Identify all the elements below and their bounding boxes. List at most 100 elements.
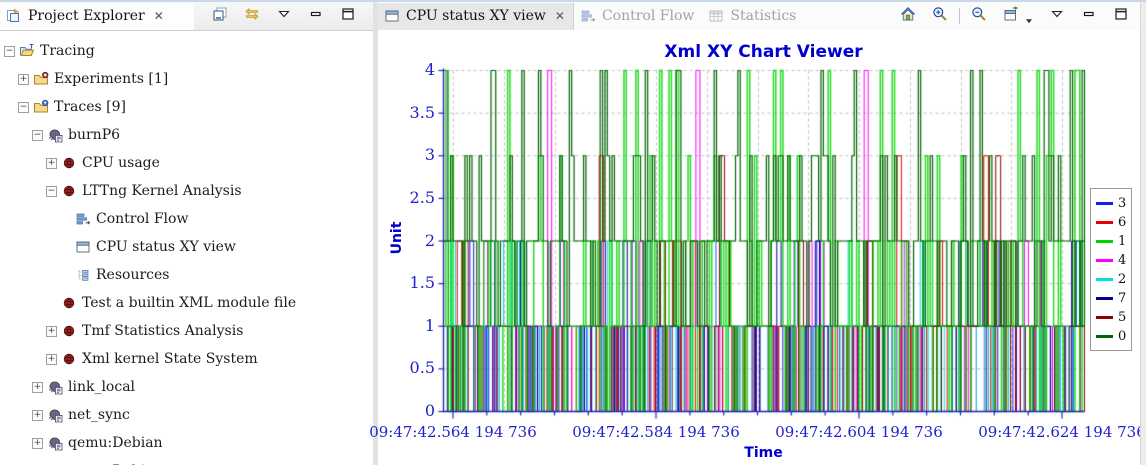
tree-item-tmf-statistics-analysis[interactable]: + Tmf Statistics Analysis [0,317,373,345]
expander-plus-icon[interactable]: + [46,326,57,337]
legend-label: 5 [1118,310,1126,325]
tree-item-label: CPU usage [82,155,160,171]
legend-line-swatch [1096,221,1113,224]
legend-label: 0 [1118,329,1126,344]
home-button[interactable] [899,7,917,25]
maximize-button[interactable] [1112,7,1130,25]
y-tick-label: 2 [378,232,435,250]
tree-item-cpu-status-xy-view[interactable]: CPU status XY view [0,233,373,261]
legend-line-swatch [1096,335,1113,338]
analysis-icon [61,351,78,367]
tab-project-explorer-label: Project Explorer [28,8,145,24]
y-tick-label: 4 [378,61,435,79]
close-icon[interactable]: ✕ [555,9,565,23]
expander-plus-icon[interactable]: + [18,74,29,85]
legend-line-swatch [1096,240,1113,243]
chart-legend: 36142750 [1090,188,1132,351]
view-menu-icon [1049,6,1065,26]
legend-line-swatch [1096,316,1113,319]
trace-icon [47,379,64,395]
tree-item-qemu-debian-partial[interactable]: +qemu:Debian [0,457,373,465]
minimize-button[interactable] [1080,7,1098,25]
expander-plus-icon[interactable]: + [32,438,43,449]
xy-view-icon [384,8,401,24]
tree-item-label: net_sync [68,407,130,423]
tree-item-experiments-1[interactable]: + Experiments [1] [0,65,373,93]
editor-area: CPU status XY view ✕ Control Flow Statistic… [378,2,1146,465]
tree-item-label: Experiments [1] [54,71,168,87]
tree-item-resources[interactable]: Resources [0,261,373,289]
expander-plus-icon[interactable]: + [32,410,43,421]
control-flow-icon [580,8,597,24]
editor-header: CPU status XY view ✕ Control Flow Statistic… [378,2,1146,31]
x-tick-label: 09:47:42.584 194 736 [561,423,751,441]
tab-control-flow[interactable]: Control Flow [574,3,702,30]
x-tick-label: 09:47:42.624 194 736 [967,423,1146,441]
y-tick-label: 1 [378,317,435,335]
legend-label: 7 [1118,291,1126,306]
xy-chart-canvas[interactable] [433,66,1093,426]
tree-item-xml-kernel-state-system[interactable]: +Xml kernel State System [0,345,373,373]
tab-cpu-status-xy-view[interactable]: CPU status XY view ✕ [378,3,574,30]
analysis-icon [61,323,78,339]
expander-minus-icon[interactable]: − [32,130,43,141]
new-view-button[interactable] [1002,7,1020,25]
statistics-icon [708,8,725,24]
tree-item-traces-9[interactable]: − Traces [9] [0,93,373,121]
tab-label: CPU status XY view [406,8,546,24]
expander-spacer [60,270,71,281]
y-tick-label: 0 [378,402,435,420]
expander-plus-icon[interactable]: + [32,382,43,393]
collapse-all-button[interactable] [211,7,229,25]
legend-label: 6 [1118,215,1126,230]
zoom-in-icon [932,6,948,26]
tree-item-cpu-usage[interactable]: + CPU usage [0,149,373,177]
expander-minus-icon[interactable]: − [18,102,29,113]
tree-item-lttng-kernel-analysis[interactable]: −LTTng Kernel Analysis [0,177,373,205]
tab-statistics[interactable]: Statistics [702,3,804,30]
legend-entry-7: 7 [1096,289,1127,308]
tree-item-link-local[interactable]: +link_local [0,373,373,401]
tab-project-explorer[interactable]: Project Explorer ✕ [0,3,194,30]
new-view-icon [1003,6,1019,26]
view-menu-button[interactable] [1048,7,1066,25]
tree-item-control-flow[interactable]: Control Flow [0,205,373,233]
expander-plus-icon[interactable]: + [46,158,57,169]
project-explorer-icon [6,8,23,24]
expander-plus-icon[interactable]: + [46,354,57,365]
dropdown-caret-icon[interactable] [1024,11,1034,21]
chart-title: Xml XY Chart Viewer [443,42,1084,62]
minimize-button[interactable] [307,7,325,25]
tree-item-test-a-builtin-xml-module-file[interactable]: Test a builtin XML module file [0,289,373,317]
tree-item-label: Tmf Statistics Analysis [82,323,243,339]
home-icon [900,6,916,26]
zoom-in-button[interactable] [931,7,949,25]
tree-item-label: Test a builtin XML module file [82,295,296,311]
xy-chart-view: Xml XY Chart Viewer Unit Time 43.532.521… [378,30,1146,465]
legend-line-swatch [1096,278,1113,281]
link-with-editor-icon [244,6,260,26]
tab-label: Statistics [730,8,796,24]
zoom-out-button[interactable] [970,7,988,25]
maximize-button[interactable] [339,7,357,25]
tree-item-qemu-debian[interactable]: +qemu:Debian [0,429,373,457]
legend-entry-6: 6 [1096,213,1127,232]
maximize-icon [340,6,356,26]
close-icon[interactable]: ✕ [154,9,164,23]
link-with-editor-button[interactable] [243,7,261,25]
tree-item-net-sync[interactable]: + net_sync [0,401,373,429]
tree-item-label: Resources [96,267,169,283]
collapse-all-icon [212,6,228,26]
tree-item-burnp6[interactable]: −burnP6 [0,121,373,149]
tree-item-tracing[interactable]: −TTracing [0,37,373,65]
project-explorer-toolbar [211,7,373,25]
expander-minus-icon[interactable]: − [4,46,15,57]
tree-item-label: Tracing [40,43,95,59]
y-tick-label: 0.5 [378,359,435,377]
tree-item-label: Traces [9] [54,99,126,115]
legend-line-swatch [1096,259,1113,262]
expander-minus-icon[interactable]: − [46,186,57,197]
resources-icon [75,267,92,283]
view-menu-button[interactable] [275,7,293,25]
trace-compass-window: { "sidebar": { "tab": { "label": "Projec… [0,0,1146,465]
